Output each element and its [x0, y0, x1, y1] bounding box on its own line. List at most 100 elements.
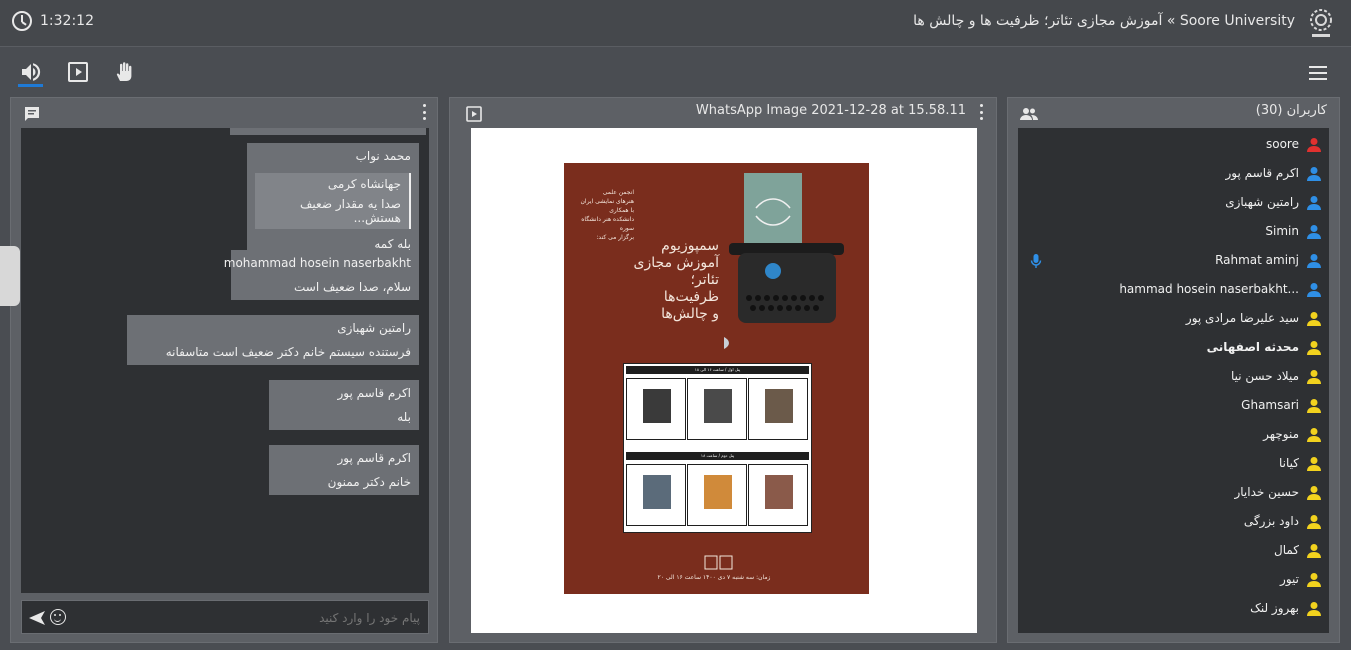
chat-message: اکرم قاسم پور خانم دکتر ممنون: [269, 445, 419, 495]
chat-message-input[interactable]: [90, 608, 420, 628]
chat-icon[interactable]: [23, 105, 41, 123]
presentation-panel: WhatsApp Image 2021-12-28 at 15.58.11 ان…: [449, 97, 997, 643]
speaker-icon[interactable]: [19, 60, 43, 84]
user-row[interactable]: soore: [1018, 131, 1329, 160]
user-row[interactable]: کیانا: [1018, 450, 1329, 479]
chat-options-icon[interactable]: [422, 104, 426, 120]
user-name: محدثه اصفهانی: [1206, 340, 1299, 354]
presentation-title: WhatsApp Image 2021-12-28 at 15.58.11: [695, 103, 966, 118]
message-author: اکرم قاسم پور: [337, 451, 412, 465]
user-name: soore: [1266, 137, 1299, 151]
user-icon: [1307, 196, 1321, 210]
microphone-icon: [1030, 254, 1042, 268]
user-name: اکرم قاسم پور: [1225, 166, 1300, 180]
user-icon: [1307, 254, 1321, 268]
message-text: بله: [397, 410, 411, 424]
user-icon: [1307, 602, 1321, 616]
user-row[interactable]: محدثه اصفهانی: [1018, 334, 1329, 363]
chat-message: رامتین شهبازی فرستنده سیستم خانم دکتر ضع…: [127, 315, 419, 365]
user-name: Simin: [1265, 224, 1299, 238]
hamburger-icon[interactable]: [1309, 66, 1327, 80]
meeting-title: Soore University » آموزش مجازی تئاتر؛ ظر…: [913, 13, 1295, 29]
clock-icon: [12, 11, 32, 31]
user-icon: [1307, 428, 1321, 442]
chat-panel: محمد نواب جهانشاه کرمی صدا یه مقدار ضعیف…: [10, 97, 438, 643]
typewriter-illustration: [724, 173, 844, 349]
user-name: بهروز لنک: [1250, 601, 1299, 615]
university-logo: [1310, 9, 1332, 37]
timer-text: 1:32:12: [40, 13, 94, 29]
user-name: منوچهر: [1263, 427, 1299, 441]
user-row[interactable]: Ghamsari: [1018, 392, 1329, 421]
user-name: کمال: [1273, 543, 1299, 557]
user-icon: [1307, 399, 1321, 413]
user-name: میلاد حسن نیا: [1230, 369, 1299, 383]
user-name: سید علیرضا مرادی پور: [1185, 311, 1299, 325]
user-row[interactable]: کمال: [1018, 537, 1329, 566]
user-row[interactable]: رامتین شهبازی: [1018, 189, 1329, 218]
send-icon[interactable]: [28, 610, 46, 626]
presentation-icon[interactable]: [66, 60, 90, 84]
user-name: hammad hosein naserbakht...: [1119, 282, 1299, 296]
users-count-title: کاربران (30): [1255, 103, 1327, 118]
user-row[interactable]: منوچهر: [1018, 421, 1329, 450]
user-row[interactable]: حسین خدایار: [1018, 479, 1329, 508]
presentation-slide[interactable]: انجمن علمی هنرهای نمایشی ایران با همکاری دا…: [471, 128, 977, 633]
chat-messages[interactable]: محمد نواب جهانشاه کرمی صدا یه مقدار ضعیف…: [21, 128, 429, 593]
message-text: خانم دکتر ممنون: [327, 475, 411, 489]
user-row[interactable]: اکرم قاسم پور: [1018, 160, 1329, 189]
message-text: فرستنده سیستم خانم دکتر ضعیف است متاسفان…: [165, 345, 411, 359]
user-icon: [1307, 544, 1321, 558]
user-icon: [1307, 573, 1321, 587]
session-timer: 1:32:12: [12, 11, 94, 31]
chat-input-bar: [21, 600, 429, 634]
user-icon: [1307, 283, 1321, 297]
user-icon: [1307, 457, 1321, 471]
user-name: حسین خدایار: [1234, 485, 1299, 499]
user-row[interactable]: سید علیرضا مرادی پور: [1018, 305, 1329, 334]
user-name: رامتین شهبازی: [1225, 195, 1299, 209]
user-name: Rahmat aminj: [1215, 253, 1299, 267]
user-icon: [1307, 370, 1321, 384]
user-name: داود بزرگی: [1243, 514, 1299, 528]
user-name: Ghamsari: [1241, 398, 1299, 412]
user-row[interactable]: Simin: [1018, 218, 1329, 247]
panel-resize-handle[interactable]: [0, 246, 20, 306]
event-poster-image: انجمن علمی هنرهای نمایشی ایران با همکاری دا…: [564, 163, 869, 594]
message-text: بله کمه: [374, 237, 411, 251]
message-author: اکرم قاسم پور: [337, 386, 412, 400]
presentation-icon[interactable]: [465, 105, 483, 123]
poster-schedule-table: پنل اول / ساعت ۱۶ الی ۱۸ پنل دوم / ساعت …: [623, 363, 812, 533]
user-row[interactable]: تیور: [1018, 566, 1329, 595]
user-icon: [1307, 486, 1321, 500]
users-icon[interactable]: [1020, 105, 1038, 123]
user-icon: [1307, 515, 1321, 529]
users-panel: کاربران (30) soore اکرم قاسم پور رامتین …: [1007, 97, 1340, 643]
message-author: محمد نواب: [355, 149, 411, 163]
action-bar: [0, 48, 1351, 96]
hand-icon[interactable]: [113, 60, 137, 84]
quoted-message: جهانشاه کرمی صدا یه مقدار ضعیف هستش...: [255, 173, 411, 229]
user-icon: [1307, 341, 1321, 355]
top-bar: 1:32:12 Soore University » آموزش مجازی ت…: [0, 0, 1351, 47]
user-row[interactable]: بهروز لنک: [1018, 595, 1329, 624]
chat-message: mohammad hosein naserbakht سلام، صدا ضعی…: [223, 250, 419, 300]
message-text: سلام، صدا ضعیف است: [294, 280, 411, 294]
user-name: تیور: [1280, 572, 1299, 586]
chat-message: اکرم قاسم پور بله: [269, 380, 419, 430]
user-row[interactable]: Rahmat aminj: [1018, 247, 1329, 276]
user-row[interactable]: hammad hosein naserbakht...: [1018, 276, 1329, 305]
message-author: رامتین شهبازی: [337, 321, 411, 335]
user-row[interactable]: داود بزرگی: [1018, 508, 1329, 537]
user-icon: [1307, 167, 1321, 181]
chat-message: محمد نواب جهانشاه کرمی صدا یه مقدار ضعیف…: [247, 143, 419, 257]
emoji-icon[interactable]: [50, 609, 66, 625]
users-list[interactable]: soore اکرم قاسم پور رامتین شهبازی Simin …: [1018, 128, 1329, 633]
user-row[interactable]: میلاد حسن نیا: [1018, 363, 1329, 392]
user-name: کیانا: [1279, 456, 1299, 470]
user-icon: [1307, 312, 1321, 326]
user-icon: [1307, 225, 1321, 239]
audio-active-indicator: [18, 84, 43, 87]
presentation-options-icon[interactable]: [979, 104, 983, 120]
message-author: mohammad hosein naserbakht: [223, 256, 411, 270]
